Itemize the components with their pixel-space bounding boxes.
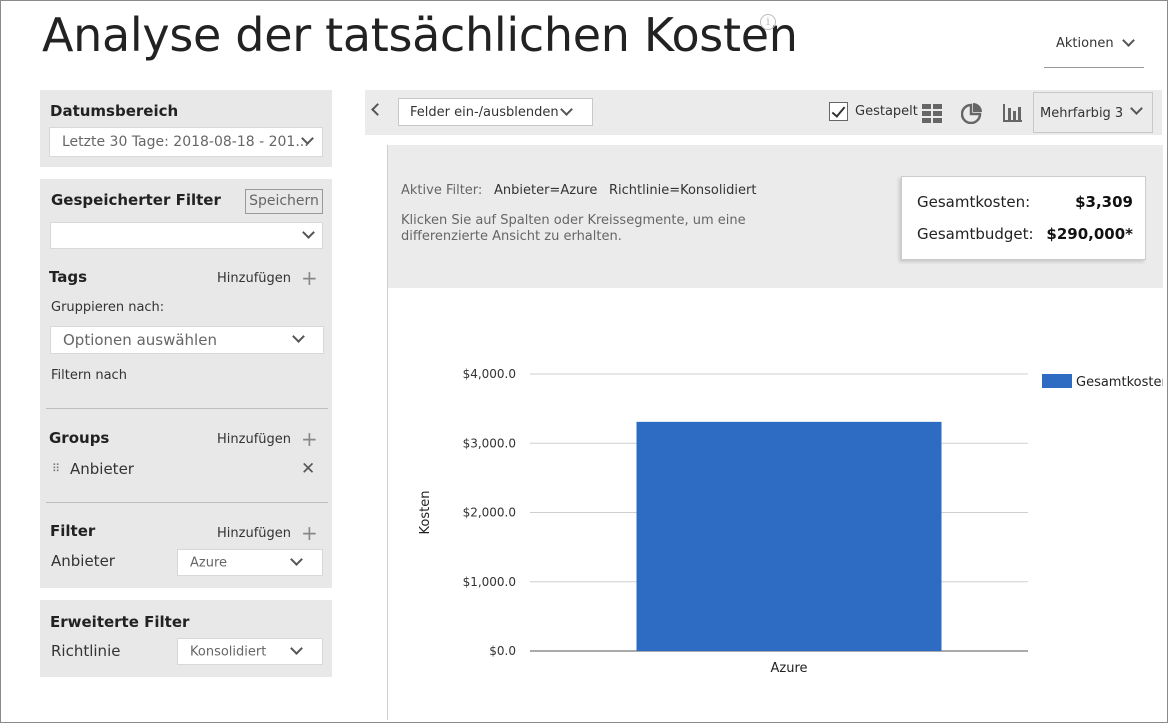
tags-add-label[interactable]: Hinzufügen — [217, 271, 291, 286]
y-tick-label: $2,000.0 — [463, 506, 516, 520]
actions-menu[interactable]: Aktionen — [1044, 26, 1144, 68]
filter-title: Filter — [50, 522, 96, 540]
date-range-title: Datumsbereich — [50, 102, 179, 120]
bar-azure[interactable] — [636, 421, 942, 651]
filter-by-label: Filtern nach — [51, 368, 127, 383]
toggle-fields-label: Felder ein-/ausblenden — [410, 105, 559, 120]
filter-field-label: Anbieter — [51, 552, 115, 570]
pie-chart-icon[interactable] — [961, 102, 983, 124]
tags-add-icon[interactable]: + — [301, 268, 318, 288]
groups-add-label[interactable]: Hinzufügen — [217, 432, 291, 447]
color-palette-label: Mehrfarbig 3 — [1040, 106, 1124, 121]
chart-area: Aktive Filter: Anbieter=Azure Richtlinie… — [387, 145, 1163, 720]
toggle-fields-dropdown[interactable]: Felder ein-/ausblenden — [398, 98, 593, 126]
save-filter-button[interactable]: Speichern — [245, 189, 323, 214]
stacked-label: Gestapelt — [855, 104, 918, 119]
y-axis-label: Kosten — [418, 491, 433, 535]
chevron-down-icon — [302, 226, 315, 239]
chevron-down-icon — [290, 642, 303, 655]
color-palette-dropdown[interactable]: Mehrfarbig 3 — [1033, 92, 1153, 133]
advanced-filter-title: Erweiterte Filter — [50, 613, 190, 631]
total-budget-value: $290,000* — [1046, 225, 1133, 243]
chevron-down-icon — [1122, 34, 1135, 47]
date-range-panel: Datumsbereich Letzte 30 Tage: 2018-08-18… — [40, 90, 332, 167]
advanced-filter-panel: Erweiterte Filter Richtlinie Konsolidier… — [40, 600, 332, 677]
group-item-label: Anbieter — [70, 460, 134, 478]
drag-handle-icon[interactable]: ⠿ — [52, 462, 60, 475]
page-title: Analyse der tatsächlichen Kosten — [42, 8, 798, 62]
active-filter-bar: Aktive Filter: Anbieter=Azure Richtlinie… — [388, 145, 1163, 288]
x-tick-label: Azure — [770, 661, 807, 676]
actions-label: Aktionen — [1056, 36, 1114, 51]
drilldown-hint: Klicken Sie auf Spalten oder Kreissegmen… — [401, 213, 746, 244]
totals-card: Gesamtkosten: $3,309 Gesamtbudget: $290,… — [901, 176, 1146, 260]
divider — [46, 502, 328, 503]
y-axis-ticks: $0.0 $1,000.0 $2,000.0 $3,000.0 $4,000.0 — [463, 367, 516, 658]
legend-swatch[interactable] — [1042, 374, 1072, 388]
y-tick-label: $4,000.0 — [463, 367, 516, 381]
advanced-filter-field-label: Richtlinie — [51, 642, 121, 660]
y-tick-label: $1,000.0 — [463, 575, 516, 589]
group-by-select[interactable]: Optionen auswählen — [50, 326, 324, 354]
provider-filter-value: Azure — [190, 555, 228, 570]
divider — [46, 408, 328, 409]
group-by-label: Gruppieren nach: — [51, 300, 165, 315]
group-by-placeholder: Optionen auswählen — [63, 331, 217, 349]
chevron-down-icon — [290, 553, 303, 566]
active-filters-label: Aktive Filter: — [401, 183, 483, 198]
y-tick-label: $3,000.0 — [463, 436, 516, 450]
groups-title: Groups — [49, 429, 110, 447]
date-range-select[interactable]: Letzte 30 Tage: 2018-08-18 - 201... — [49, 127, 323, 157]
chevron-down-icon — [292, 330, 305, 343]
chevron-down-icon — [560, 103, 573, 116]
chart-bars — [636, 421, 942, 651]
saved-filter-title: Gespeicherter Filter — [51, 191, 221, 209]
chart-toolbar: Felder ein-/ausblenden Gestapelt Mehrfar… — [365, 90, 1162, 135]
filter-add-label[interactable]: Hinzufügen — [217, 526, 291, 541]
filter-add-icon[interactable]: + — [301, 523, 318, 543]
total-cost-label: Gesamtkosten: — [917, 193, 1031, 211]
table-view-icon[interactable] — [921, 102, 943, 124]
total-cost-value: $3,309 — [1075, 193, 1133, 211]
provider-filter-select[interactable]: Azure — [177, 549, 323, 576]
remove-group-icon[interactable]: ✕ — [301, 459, 315, 479]
y-tick-label: $0.0 — [489, 644, 516, 658]
active-filter-provider[interactable]: Anbieter=Azure — [494, 183, 597, 198]
date-range-value: Letzte 30 Tage: 2018-08-18 - 201... — [62, 134, 309, 150]
cost-bar-chart: $0.0 $1,000.0 $2,000.0 $3,000.0 $4,000.0 Azu… — [418, 367, 1163, 676]
collapse-panel-icon[interactable] — [371, 103, 384, 116]
chevron-down-icon — [1130, 102, 1143, 115]
bar-chart-icon[interactable] — [1001, 102, 1023, 124]
policy-filter-value: Konsolidiert — [190, 644, 267, 659]
total-budget-label: Gesamtbudget: — [917, 225, 1034, 243]
saved-filter-select[interactable] — [50, 222, 323, 249]
info-icon[interactable]: i — [760, 14, 776, 30]
legend-label[interactable]: Gesamtkosten — [1076, 375, 1163, 390]
policy-filter-select[interactable]: Konsolidiert — [177, 638, 323, 665]
stacked-checkbox[interactable] — [829, 102, 848, 121]
groups-add-icon[interactable]: + — [301, 429, 318, 449]
active-filter-policy[interactable]: Richtlinie=Konsolidiert — [609, 183, 756, 198]
tags-title: Tags — [49, 268, 88, 286]
